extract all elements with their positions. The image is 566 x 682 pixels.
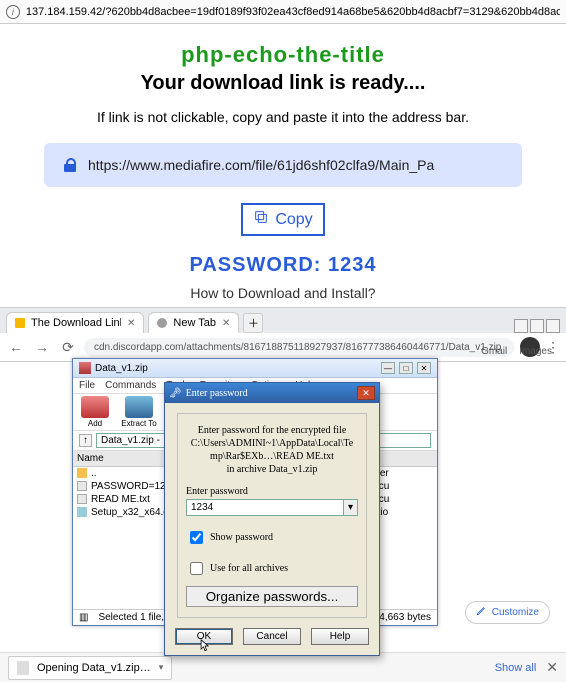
- tab-close-icon[interactable]: ✕: [127, 318, 135, 329]
- dialog-titlebar[interactable]: 🗝 Enter password ✕: [165, 383, 379, 403]
- gmail-link[interactable]: Gmail: [481, 346, 507, 357]
- tab-close-icon[interactable]: ✕: [222, 318, 230, 329]
- omnibar-url[interactable]: cdn.discordapp.com/attachments/816718875…: [84, 338, 514, 357]
- show-password-label: Show password: [210, 532, 273, 543]
- window-controls: [514, 319, 560, 333]
- copy-button[interactable]: Copy: [241, 203, 324, 236]
- use-for-all-checkbox[interactable]: [190, 562, 203, 575]
- cancel-button[interactable]: Cancel: [243, 628, 301, 645]
- outer-address-bar: i 137.184.159.42/?620bb4d8acbee=19df0189…: [0, 0, 566, 24]
- text-file-icon: [77, 481, 87, 491]
- file-icon: [17, 661, 29, 675]
- exe-file-icon: [77, 507, 87, 517]
- new-tab-button[interactable]: ＋: [243, 313, 263, 333]
- show-all-link[interactable]: Show all: [495, 662, 537, 674]
- outer-url-text[interactable]: 137.184.159.42/?620bb4d8acbee=19df0189f9…: [26, 6, 560, 18]
- cursor-icon: [200, 639, 210, 653]
- minimize-button[interactable]: —: [381, 362, 395, 374]
- favicon-icon: [15, 318, 25, 328]
- tab-new-tab[interactable]: New Tab ✕: [148, 312, 239, 333]
- images-link[interactable]: Images: [519, 346, 552, 357]
- winrar-title-text: Data_v1.zip: [95, 363, 148, 374]
- tool-add[interactable]: Add: [75, 396, 115, 428]
- maximize-button[interactable]: □: [399, 362, 413, 374]
- winrar-icon: [79, 362, 91, 374]
- download-chip[interactable]: Opening Data_v1.zip… ▾: [8, 656, 172, 680]
- password-input[interactable]: [186, 499, 344, 516]
- dialog-groupbox: Enter password for the encrypted file C:…: [177, 413, 367, 618]
- site-title: php-echo-the-title: [24, 42, 542, 68]
- menu-file[interactable]: File: [79, 380, 95, 391]
- help-button[interactable]: Help: [311, 628, 369, 645]
- add-icon: [81, 396, 109, 418]
- key-icon: 🗝: [169, 388, 182, 399]
- dialog-message: Enter password for the encrypted file C:…: [188, 424, 356, 476]
- window-minimize-icon[interactable]: [514, 319, 528, 333]
- tab-strip: The Download Link is Ready ✕ New Tab ✕ ＋: [0, 308, 566, 333]
- window-close-icon[interactable]: [546, 319, 560, 333]
- organize-passwords-button[interactable]: Organize passwords...: [186, 586, 358, 607]
- up-button[interactable]: ↑: [79, 434, 92, 447]
- downloads-close-button[interactable]: ✕: [546, 659, 558, 676]
- copy-button-label: Copy: [275, 211, 312, 229]
- download-link-box[interactable]: https://www.mediafire.com/file/61jd6shf0…: [44, 143, 522, 187]
- page-headline: Your download link is ready....: [24, 72, 542, 95]
- copy-icon: [253, 209, 269, 230]
- back-button[interactable]: ←: [6, 337, 26, 357]
- reload-button[interactable]: ⟳: [58, 337, 78, 357]
- password-dialog: 🗝 Enter password ✕ Enter password for th…: [164, 382, 380, 656]
- password-field-label: Enter password: [186, 486, 358, 497]
- menu-commands[interactable]: Commands: [105, 380, 156, 391]
- text-file-icon: [77, 494, 87, 504]
- customize-button[interactable]: Customize: [465, 601, 550, 624]
- show-password-checkbox[interactable]: [190, 531, 203, 544]
- extract-icon: [125, 396, 153, 418]
- page-content: php-echo-the-title Your download link is…: [0, 24, 566, 301]
- ok-button[interactable]: OK: [175, 628, 233, 645]
- winrar-titlebar[interactable]: Data_v1.zip — □ ✕: [73, 359, 437, 378]
- info-icon: i: [6, 5, 20, 19]
- inner-browser: The Download Link is Ready ✕ New Tab ✕ ＋…: [0, 307, 566, 682]
- lock-icon: [62, 158, 78, 172]
- downloads-bar: Opening Data_v1.zip… ▾ Show all ✕: [0, 652, 566, 682]
- password-dropdown-icon[interactable]: ▾: [344, 499, 358, 516]
- favicon-icon: [157, 318, 167, 328]
- use-for-all-label: Use for all archives: [210, 563, 288, 574]
- chevron-down-icon[interactable]: ▾: [159, 662, 164, 673]
- status-progress-icon: ▥: [79, 612, 88, 623]
- download-link-text: https://www.mediafire.com/file/61jd6shf0…: [88, 157, 434, 173]
- dialog-title: Enter password: [186, 388, 248, 399]
- tab-label: New Tab: [173, 317, 216, 329]
- tab-download-link[interactable]: The Download Link is Ready ✕: [6, 312, 144, 333]
- window-maximize-icon[interactable]: [530, 319, 544, 333]
- tool-extract[interactable]: Extract To: [119, 396, 159, 428]
- forward-button[interactable]: →: [32, 337, 52, 357]
- dialog-close-button[interactable]: ✕: [357, 386, 375, 400]
- tab-label: The Download Link is Ready: [31, 317, 121, 329]
- password-label: PASSWORD: 1234: [24, 254, 542, 277]
- pencil-icon: [476, 606, 486, 619]
- page-instructions: If link is not clickable, copy and paste…: [24, 109, 542, 125]
- close-button[interactable]: ✕: [417, 362, 431, 374]
- customize-label: Customize: [492, 607, 539, 618]
- download-chip-label: Opening Data_v1.zip…: [37, 662, 151, 674]
- screenshot-canvas: Data_v1.zip — □ ✕ File Commands Tools Fa…: [0, 362, 566, 652]
- folder-icon: [77, 468, 87, 478]
- howto-text: How to Download and Install?: [24, 285, 542, 301]
- ntp-links: Gmail Images: [481, 346, 552, 357]
